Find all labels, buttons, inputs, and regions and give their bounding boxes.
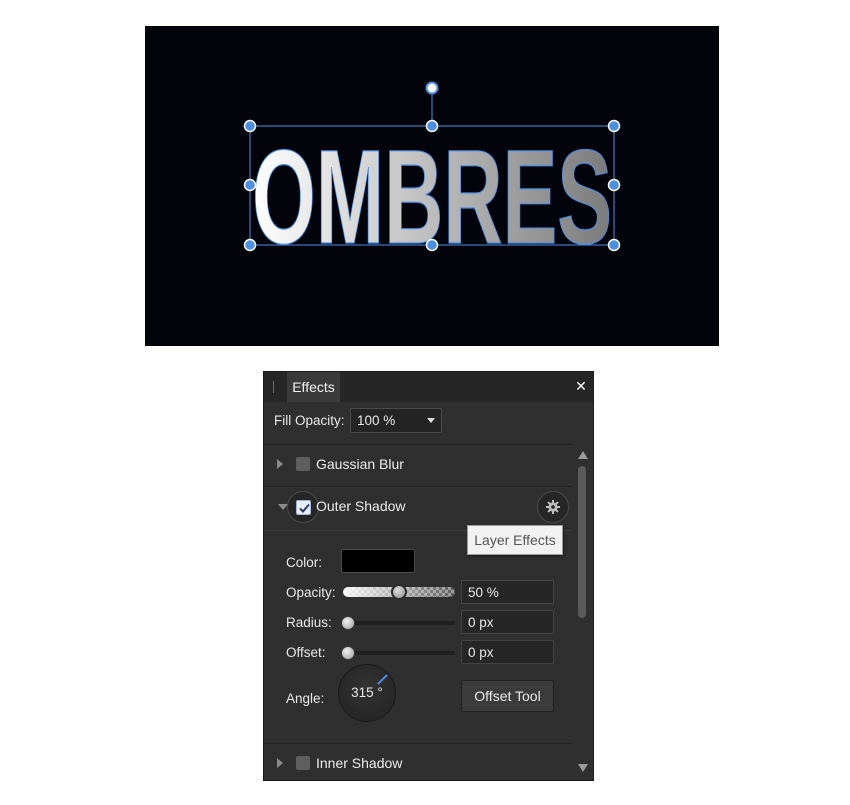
tab-separator	[273, 381, 274, 393]
fill-opacity-dropdown[interactable]: 100 %	[350, 408, 442, 433]
artwork: OMBRES	[243, 81, 621, 273]
effect-label: Gaussian Blur	[316, 456, 404, 472]
scroll-up-icon[interactable]	[578, 451, 588, 459]
expand-arrow-icon[interactable]	[277, 459, 283, 469]
opacity-value: 50 %	[468, 585, 499, 600]
document-canvas[interactable]: OMBRES	[145, 26, 719, 346]
angle-indicator	[377, 674, 388, 685]
handle-bottom-center[interactable]	[425, 238, 439, 252]
outer-shadow-checkbox-ring[interactable]	[287, 491, 319, 523]
panel-tab-bar: Effects ✕	[264, 372, 593, 402]
offset-value: 0 px	[468, 645, 494, 660]
handle-bottom-left[interactable]	[243, 238, 257, 252]
gaussian-blur-checkbox[interactable]	[296, 457, 310, 471]
opacity-slider-knob[interactable]	[391, 584, 407, 600]
effects-panel: Effects ✕ Fill Opacity: 100 % Gaussian B…	[263, 371, 594, 781]
angle-label: Angle:	[286, 691, 325, 706]
layer-effects-tooltip: Layer Effects	[467, 525, 563, 555]
radius-label: Radius:	[286, 615, 332, 630]
fill-opacity-label: Fill Opacity:	[274, 413, 345, 428]
offset-slider[interactable]	[341, 645, 455, 661]
inner-shadow-checkbox[interactable]	[296, 756, 310, 770]
angle-dial[interactable]: 315 °	[338, 664, 396, 722]
shadow-color-swatch[interactable]	[341, 549, 415, 573]
scroll-down-icon[interactable]	[578, 764, 588, 772]
handle-top-right[interactable]	[607, 119, 621, 133]
handle-top-center[interactable]	[425, 119, 439, 133]
opacity-label: Opacity:	[286, 585, 336, 600]
handle-middle-right[interactable]	[607, 178, 621, 192]
expand-arrow-icon[interactable]	[277, 758, 283, 768]
chevron-down-icon	[427, 418, 435, 423]
offset-field[interactable]: 0 px	[461, 640, 554, 664]
fill-opacity-value: 100 %	[357, 413, 396, 428]
panel-scrollbar[interactable]	[572, 444, 593, 780]
handle-top-left[interactable]	[243, 119, 257, 133]
close-icon[interactable]: ✕	[574, 379, 588, 393]
effect-label: Outer Shadow	[316, 498, 406, 514]
offset-slider-track	[343, 651, 455, 655]
effect-label: Inner Shadow	[316, 755, 403, 771]
offset-tool-button[interactable]: Offset Tool	[461, 680, 554, 712]
effect-row-inner-shadow[interactable]: Inner Shadow	[264, 744, 572, 780]
radius-value: 0 px	[468, 615, 494, 630]
radius-slider[interactable]	[341, 615, 455, 631]
layer-effects-button[interactable]	[537, 491, 569, 523]
color-label: Color:	[286, 555, 323, 570]
radius-slider-track	[343, 621, 455, 625]
checkmark-icon	[299, 503, 310, 513]
handle-middle-left[interactable]	[243, 178, 257, 192]
effect-row-gaussian-blur[interactable]: Gaussian Blur	[264, 445, 572, 485]
outer-shadow-checkbox[interactable]	[296, 500, 311, 515]
offset-label: Offset:	[286, 645, 326, 660]
opacity-field[interactable]: 50 %	[461, 580, 554, 604]
tab-effects[interactable]: Effects	[287, 372, 340, 402]
scrollbar-thumb[interactable]	[578, 466, 586, 618]
rotation-handle[interactable]	[425, 81, 439, 95]
radius-slider-knob[interactable]	[341, 616, 355, 630]
opacity-slider[interactable]	[343, 584, 455, 600]
handle-bottom-right[interactable]	[607, 238, 621, 252]
gear-icon	[546, 500, 560, 514]
offset-slider-knob[interactable]	[341, 646, 355, 660]
radius-field[interactable]: 0 px	[461, 610, 554, 634]
effect-row-outer-shadow[interactable]: Outer Shadow	[264, 487, 572, 527]
